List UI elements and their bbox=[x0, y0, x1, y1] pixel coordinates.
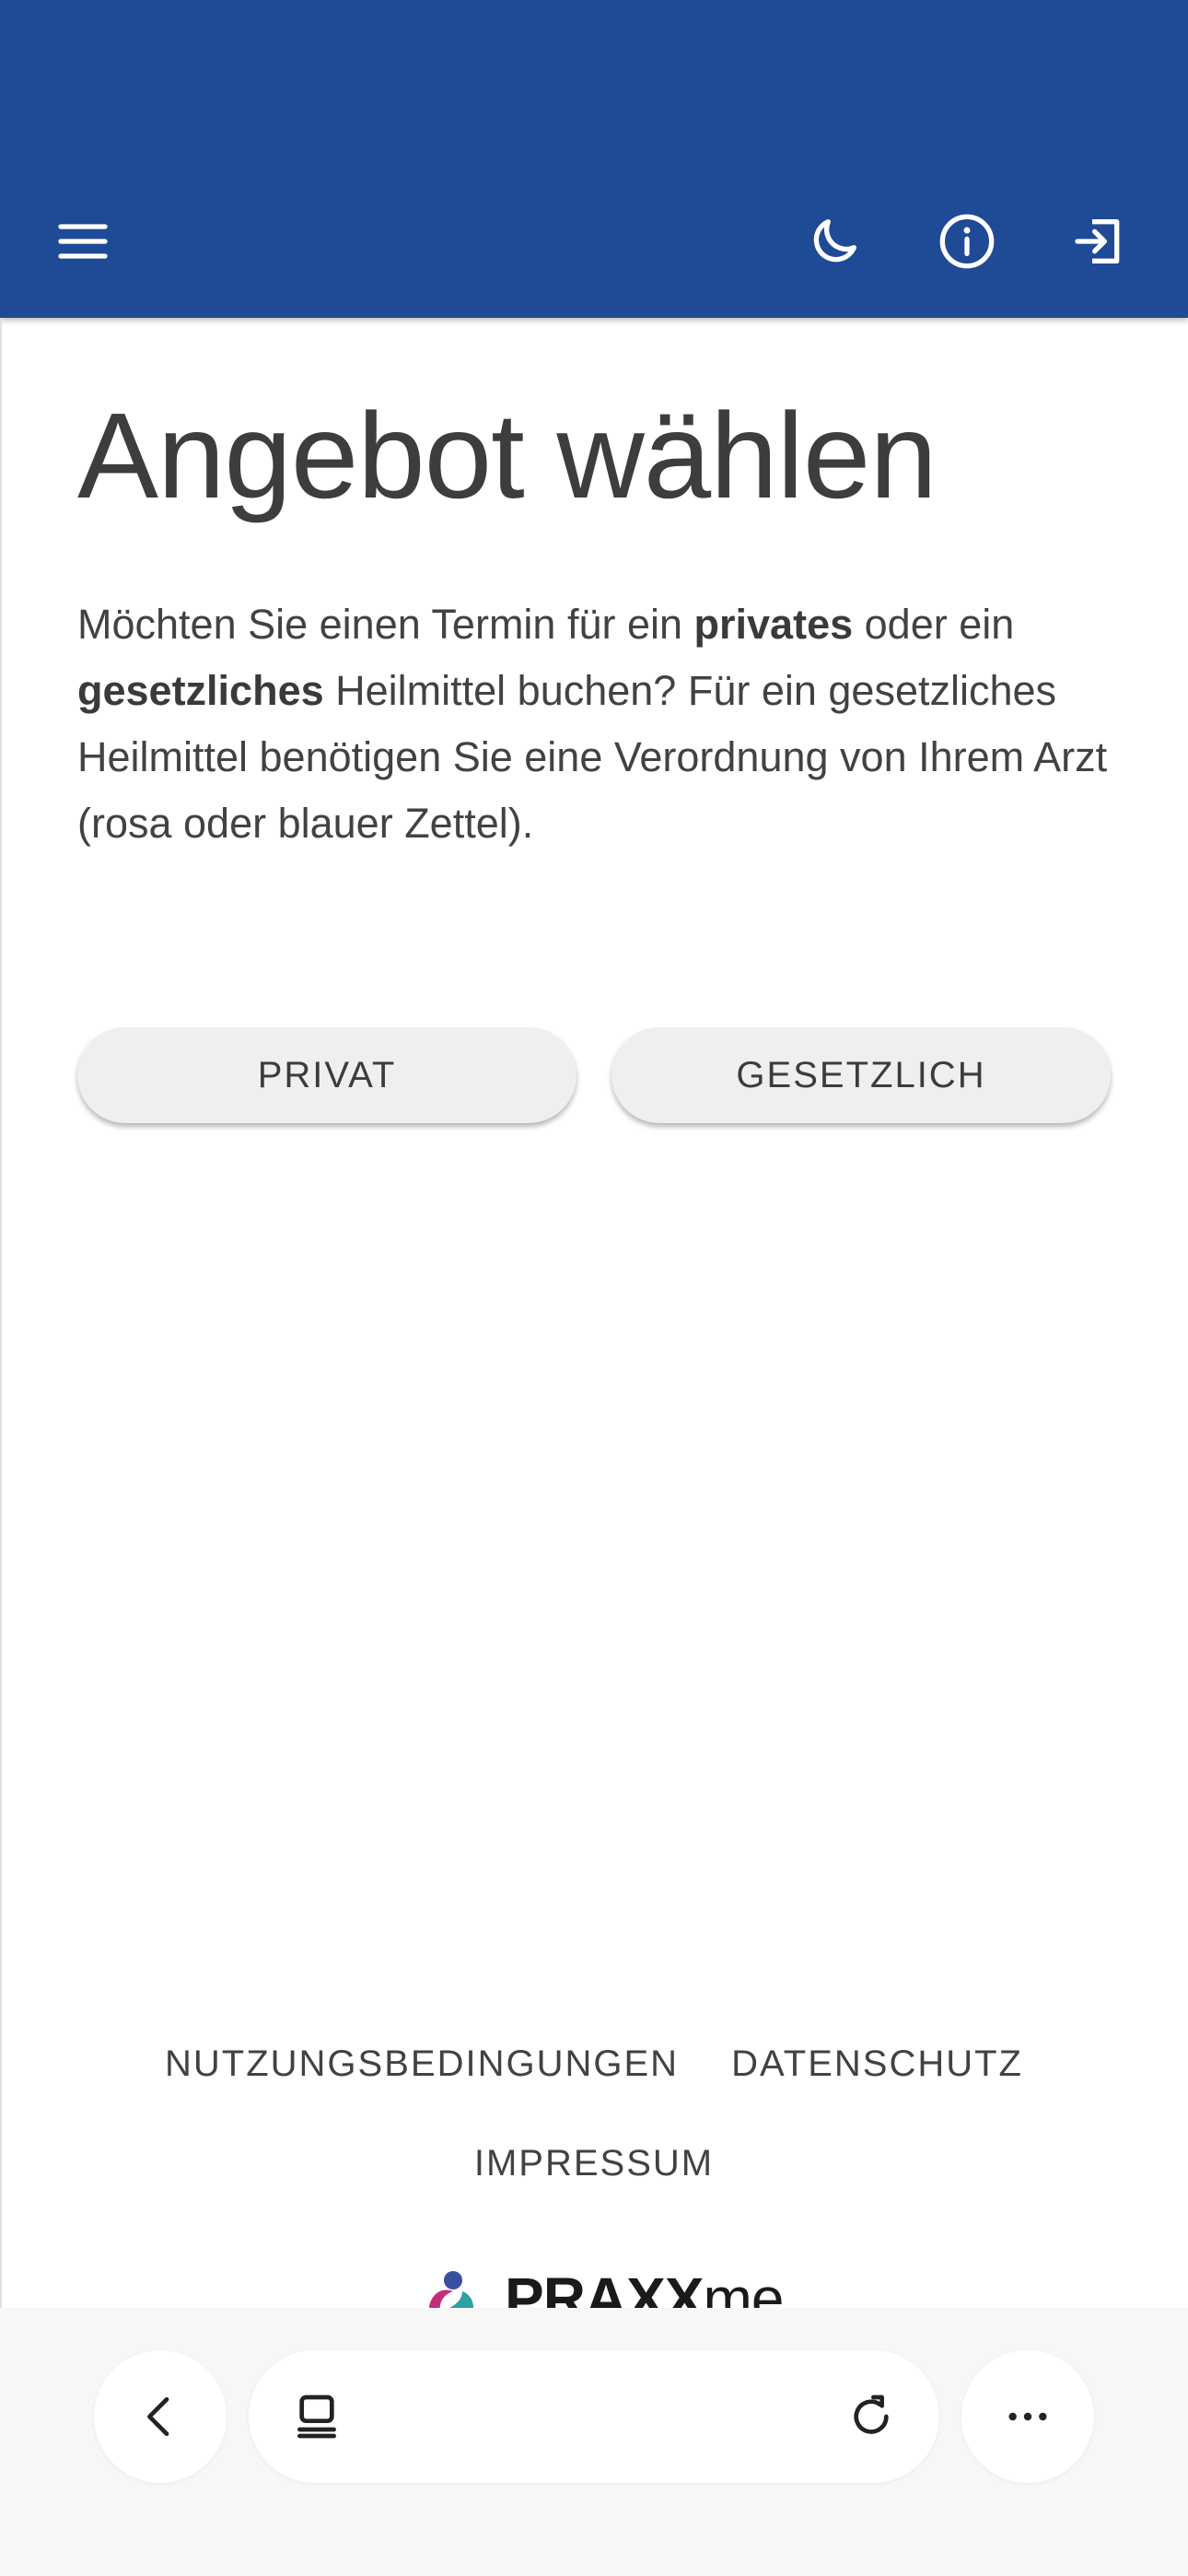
app-bar bbox=[0, 0, 1188, 318]
reload-icon[interactable] bbox=[845, 2391, 897, 2442]
privacy-link[interactable]: DATENSCHUTZ bbox=[731, 2043, 1023, 2085]
content-border bbox=[0, 318, 2, 2308]
terms-link[interactable]: NUTZUNGSBEDINGUNGEN bbox=[165, 2043, 679, 2085]
back-button[interactable] bbox=[94, 2350, 227, 2483]
imprint-link[interactable]: IMPRESSUM bbox=[474, 2143, 714, 2184]
footer-links: NUTZUNGSBEDINGUNGEN DATENSCHUTZ bbox=[0, 2043, 1188, 2085]
menu-icon[interactable] bbox=[44, 203, 122, 280]
moon-icon[interactable] bbox=[796, 203, 873, 280]
info-icon[interactable] bbox=[928, 203, 1006, 280]
intro-text: Möchten Sie einen Termin für ein private… bbox=[77, 601, 1108, 847]
address-bar[interactable] bbox=[249, 2350, 939, 2483]
statutory-button[interactable]: GESETZLICH bbox=[611, 1027, 1111, 1123]
more-icon bbox=[1008, 2412, 1047, 2421]
tabs-icon[interactable] bbox=[291, 2391, 343, 2442]
footer-links-2: IMPRESSUM bbox=[0, 2143, 1188, 2184]
private-button[interactable]: PRIVAT bbox=[77, 1027, 577, 1123]
page-title: Angebot wählen bbox=[77, 388, 938, 523]
logout-icon[interactable] bbox=[1061, 203, 1138, 280]
more-button[interactable] bbox=[961, 2350, 1094, 2483]
back-icon bbox=[147, 2397, 169, 2436]
browser-bottom-bar bbox=[0, 2308, 1188, 2576]
